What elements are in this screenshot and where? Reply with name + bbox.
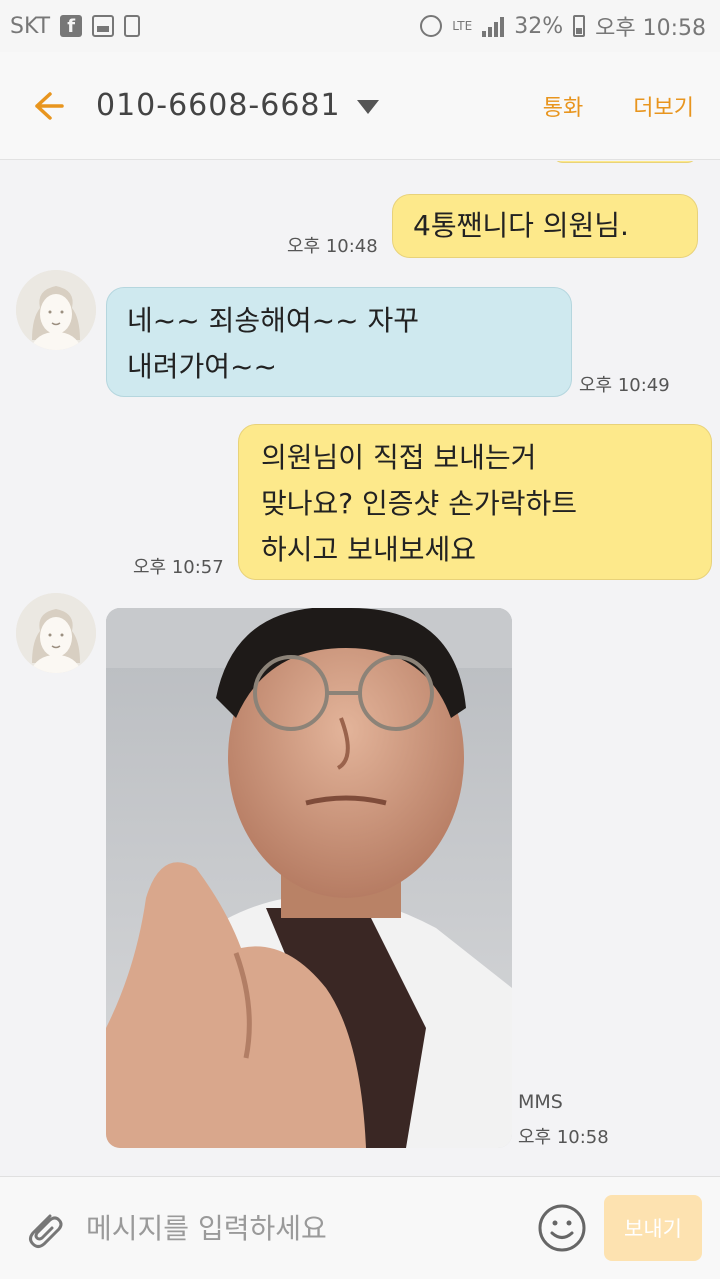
message-line: 맞나요? 인증샷 손가락하트 [261, 487, 578, 520]
message-time: 오후 10:48 [287, 236, 378, 257]
back-button[interactable] [0, 52, 96, 160]
clock: 오후 10:58 [595, 16, 706, 41]
chevron-down-icon [356, 99, 379, 114]
status-bar: SKT f LTE 32% 오후 10:58 [0, 0, 720, 52]
message-time: 오후 10:57 [133, 557, 224, 578]
message-line: 네~~ 죄송해여~~ 자꾸 [127, 304, 419, 337]
back-arrow-icon [35, 91, 64, 120]
message-list[interactable]: 오후 10:48 4통짼니다 의원님. 네~~ 죄송해여~~ 자꾸 내려가여~~… [0, 161, 720, 1176]
message-bubble-sent[interactable]: 의원님이 직접 보내는거 맞나요? 인증샷 손가락하트 하시고 보내보세요 [238, 424, 712, 580]
network-label: LTE [452, 18, 473, 33]
carrier-label: SKT [10, 13, 51, 39]
send-button[interactable]: 보내기 [604, 1195, 702, 1261]
message-bubble-sent[interactable]: 4통짼니다 의원님. [392, 194, 698, 258]
alarm-icon [420, 15, 443, 37]
contact-number: 010-6608-6681 [96, 88, 341, 123]
status-right: LTE 32% 오후 10:58 [420, 10, 706, 42]
mms-label: MMS [518, 1091, 563, 1113]
message-bubble-received[interactable]: 네~~ 죄송해여~~ 자꾸 내려가여~~ [106, 287, 572, 397]
message-image-attachment[interactable] [106, 608, 512, 1148]
facebook-icon: f [60, 15, 83, 37]
message-time: 오후 10:58 [518, 1127, 609, 1148]
more-button[interactable]: 더보기 [633, 90, 694, 122]
phone-icon [124, 15, 141, 37]
battery-icon [573, 15, 586, 37]
avatar[interactable] [16, 593, 96, 673]
battery-percent: 32% [514, 13, 564, 39]
signal-icon [482, 15, 505, 37]
message-bubble-partial [552, 161, 698, 163]
avatar[interactable] [16, 270, 96, 350]
selfie-photo [106, 608, 512, 1148]
message-time: 오후 10:49 [579, 375, 670, 396]
call-button[interactable]: 통화 [543, 90, 583, 122]
paperclip-icon[interactable] [20, 1204, 68, 1252]
message-text: 4통짼니다 의원님. [413, 209, 629, 242]
message-input[interactable] [86, 1198, 536, 1258]
message-line: 의원님이 직접 보내는거 [261, 441, 537, 474]
message-line: 하시고 보내보세요 [261, 533, 476, 566]
contact-selector[interactable]: 010-6608-6681 [96, 88, 379, 123]
status-left: SKT f [10, 13, 141, 39]
message-line: 내려가여~~ [127, 350, 277, 383]
default-avatar-icon [16, 593, 96, 673]
gallery-icon [92, 15, 115, 37]
default-avatar-icon [16, 270, 96, 350]
compose-bar: 보내기 [0, 1176, 720, 1279]
emoji-icon[interactable] [536, 1202, 588, 1254]
conversation-header: 010-6608-6681 통화 더보기 [0, 52, 720, 160]
